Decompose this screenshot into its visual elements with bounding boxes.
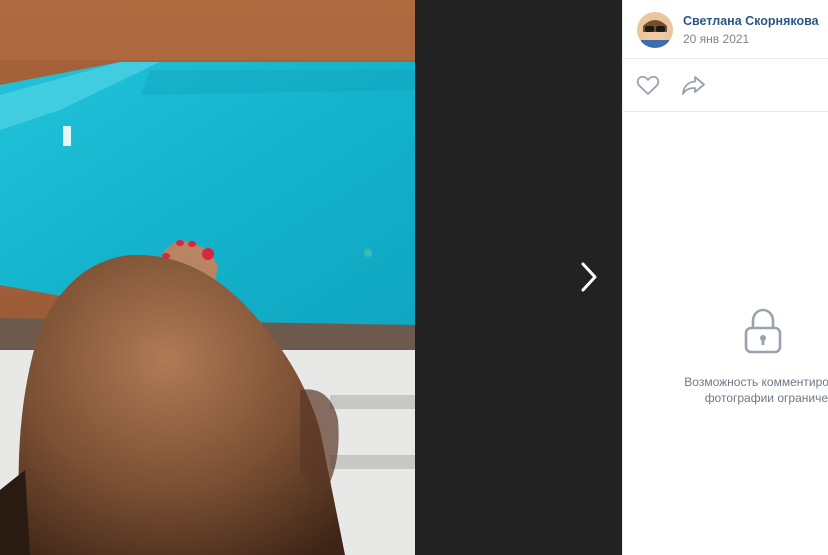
restricted-line-1: Возможность комментирования: [684, 375, 828, 389]
post-author: Светлана Скорнякова 20 янв 2021: [623, 0, 828, 59]
post-date[interactable]: 20 янв 2021: [683, 32, 749, 46]
author-name[interactable]: Светлана Скорнякова: [683, 14, 819, 28]
next-photo-button[interactable]: [572, 258, 606, 296]
lock-icon: [743, 308, 783, 354]
share-arrow-icon: [682, 76, 705, 95]
avatar[interactable]: [637, 12, 673, 48]
restricted-line-2: фотографии ограничена: [704, 391, 828, 405]
side-panel: Светлана Скорнякова 20 янв 2021 Возможно…: [622, 0, 828, 555]
photo-viewer: [0, 0, 622, 555]
post-actions: [623, 59, 828, 112]
photo-image: [0, 0, 415, 555]
like-button[interactable]: [635, 73, 661, 97]
heart-icon: [636, 75, 660, 95]
share-button[interactable]: [680, 73, 708, 97]
photo[interactable]: [0, 0, 415, 555]
chevron-right-icon: [581, 262, 597, 292]
comments-restricted-message: Возможность комментирования фотографии о…: [653, 374, 828, 406]
